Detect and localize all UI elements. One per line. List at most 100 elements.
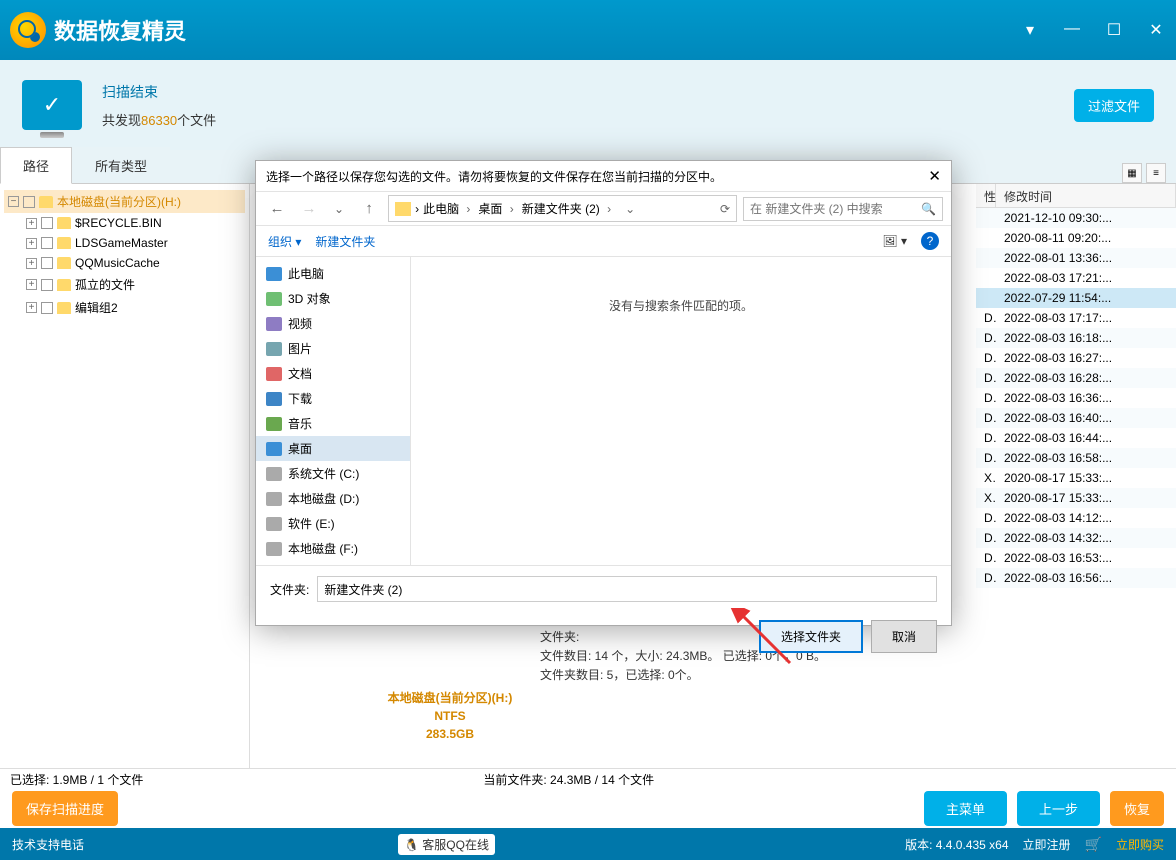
scan-summary: 共发现86330个文件 <box>102 110 1054 129</box>
close-icon[interactable]: ✕ <box>1146 20 1166 40</box>
status-bar: 已选择: 1.9MB / 1 个文件 当前文件夹: 24.3MB / 14 个文… <box>0 768 1176 790</box>
dialog-tree-item[interactable]: 图片 <box>256 336 410 361</box>
folder-name-input[interactable] <box>317 576 937 602</box>
main-menu-button[interactable]: 主菜单 <box>924 791 1007 826</box>
table-row[interactable]: 2021-12-10 09:30:... <box>976 208 1176 228</box>
tab-path[interactable]: 路径 <box>0 147 72 184</box>
cell-date: 2022-08-03 16:56:... <box>996 571 1176 585</box>
table-row[interactable]: DX2022-08-03 16:44:... <box>976 428 1176 448</box>
crumb[interactable]: 桌面 <box>478 200 517 217</box>
table-row[interactable]: D2022-08-03 14:12:... <box>976 508 1176 528</box>
dialog-tree-item[interactable]: 本地磁盘 (D:) <box>256 486 410 511</box>
dialog-tree-item[interactable]: 系统文件 (C:) <box>256 461 410 486</box>
table-row[interactable]: D2022-08-03 16:56:... <box>976 568 1176 588</box>
table-row[interactable]: X2020-08-17 15:33:... <box>976 488 1176 508</box>
tree-item[interactable]: +孤立的文件 <box>22 273 245 296</box>
location-icon <box>266 467 282 481</box>
cell-attr: D <box>976 571 996 585</box>
save-progress-button[interactable]: 保存扫描进度 <box>12 791 118 826</box>
dialog-tree-item[interactable]: 本地磁盘 (F:) <box>256 536 410 561</box>
column-header-attr[interactable]: 性 <box>976 184 996 207</box>
buy-now-link[interactable]: 立即购买 <box>1116 836 1164 853</box>
search-input[interactable]: 🔍 <box>743 197 943 221</box>
cell-attr: DX <box>976 431 996 445</box>
cancel-button[interactable]: 取消 <box>871 620 937 653</box>
dialog-tree-item[interactable]: 视频 <box>256 311 410 336</box>
organize-menu[interactable]: 组织 ▾ <box>268 233 301 250</box>
tree-item[interactable]: +QQMusicCache <box>22 253 245 273</box>
table-row[interactable]: DX2022-08-03 16:36:... <box>976 388 1176 408</box>
location-icon <box>266 267 282 281</box>
table-row[interactable]: 2022-08-01 13:36:... <box>976 248 1176 268</box>
refresh-icon[interactable]: ⟳ <box>720 202 730 216</box>
qq-support-link[interactable]: 🐧 客服QQ在线 <box>398 834 495 855</box>
view-grid-icon[interactable]: ▦ <box>1122 163 1142 183</box>
table-row[interactable]: 2022-07-29 11:54:... <box>976 288 1176 308</box>
recover-button[interactable]: 恢复 <box>1110 791 1164 826</box>
checkbox[interactable] <box>41 302 53 314</box>
table-row[interactable]: D2022-08-03 16:18:... <box>976 328 1176 348</box>
nav-history-icon[interactable]: ⌄ <box>328 202 350 216</box>
checkbox[interactable] <box>23 196 35 208</box>
dialog-tree-item[interactable]: 文档 <box>256 361 410 386</box>
folder-icon <box>57 237 71 249</box>
nav-up-icon[interactable]: ↑ <box>356 200 382 217</box>
expand-icon[interactable]: + <box>26 238 37 249</box>
path-dropdown-icon[interactable]: ⌄ <box>619 202 641 216</box>
expand-icon[interactable]: + <box>26 258 37 269</box>
filter-files-button[interactable]: 过滤文件 <box>1074 89 1154 122</box>
tab-all-types[interactable]: 所有类型 <box>72 147 170 183</box>
dropdown-icon[interactable]: ▾ <box>1020 20 1040 40</box>
tree-item[interactable]: +LDSGameMaster <box>22 233 245 253</box>
table-row[interactable]: DX2022-08-03 17:17:... <box>976 308 1176 328</box>
dialog-tree-item[interactable]: 音乐 <box>256 411 410 436</box>
expand-icon[interactable]: + <box>26 218 37 229</box>
dialog-tree-item[interactable]: 3D 对象 <box>256 286 410 311</box>
location-icon <box>266 392 282 406</box>
dialog-tree-item[interactable]: 桌面 <box>256 436 410 461</box>
table-row[interactable]: DX2022-08-03 16:27:... <box>976 348 1176 368</box>
nav-back-icon[interactable]: ← <box>264 200 290 217</box>
table-row[interactable]: D2022-08-03 16:53:... <box>976 548 1176 568</box>
expand-icon[interactable]: + <box>26 279 37 290</box>
select-folder-button[interactable]: 选择文件夹 <box>759 620 863 653</box>
prev-step-button[interactable]: 上一步 <box>1017 791 1100 826</box>
minimize-icon[interactable]: — <box>1062 20 1082 40</box>
table-row[interactable]: X2020-08-17 15:33:... <box>976 468 1176 488</box>
help-icon[interactable]: ? <box>921 232 939 250</box>
search-icon[interactable]: 🔍 <box>921 202 936 216</box>
dialog-tree-item[interactable]: 下载 <box>256 386 410 411</box>
search-field[interactable] <box>750 202 915 216</box>
tree-item[interactable]: +$RECYCLE.BIN <box>22 213 245 233</box>
table-row[interactable]: 2020-08-11 09:20:... <box>976 228 1176 248</box>
tree-item[interactable]: +编辑组2 <box>22 296 245 319</box>
crumb[interactable]: 新建文件夹 (2) <box>522 200 615 217</box>
empty-message: 没有与搜索条件匹配的项。 <box>609 297 753 314</box>
checkbox[interactable] <box>41 217 53 229</box>
table-row[interactable]: D2022-08-03 16:40:... <box>976 408 1176 428</box>
table-row[interactable]: DX2022-08-03 16:28:... <box>976 368 1176 388</box>
table-row[interactable]: D2022-08-03 14:32:... <box>976 528 1176 548</box>
table-row[interactable]: 2022-08-03 17:21:... <box>976 268 1176 288</box>
register-link[interactable]: 立即注册 <box>1023 836 1071 853</box>
tree-root[interactable]: − 本地磁盘(当前分区)(H:) <box>4 190 245 213</box>
expand-icon[interactable]: + <box>26 302 37 313</box>
view-list-icon[interactable]: ≡ <box>1146 163 1166 183</box>
new-folder-button[interactable]: 新建文件夹 <box>315 233 375 250</box>
crumb[interactable]: 此电脑 <box>423 200 474 217</box>
dialog-tree-item[interactable]: 此电脑 <box>256 261 410 286</box>
maximize-icon[interactable]: ☐ <box>1104 20 1124 40</box>
view-menu-icon[interactable]: 🖼 ▾ <box>882 234 907 248</box>
location-icon <box>266 317 282 331</box>
dialog-close-icon[interactable]: ✕ <box>928 167 941 185</box>
cell-attr: DX <box>976 371 996 385</box>
checkbox[interactable] <box>41 279 53 291</box>
collapse-icon[interactable]: − <box>8 196 19 207</box>
checkbox[interactable] <box>41 237 53 249</box>
nav-forward-icon[interactable]: → <box>296 200 322 217</box>
checkbox[interactable] <box>41 257 53 269</box>
column-header-date[interactable]: 修改时间 <box>996 184 1176 207</box>
breadcrumb[interactable]: › 此电脑 桌面 新建文件夹 (2) ⌄ ⟳ <box>388 195 737 222</box>
dialog-tree-item[interactable]: 软件 (E:) <box>256 511 410 536</box>
table-row[interactable]: D2022-08-03 16:58:... <box>976 448 1176 468</box>
